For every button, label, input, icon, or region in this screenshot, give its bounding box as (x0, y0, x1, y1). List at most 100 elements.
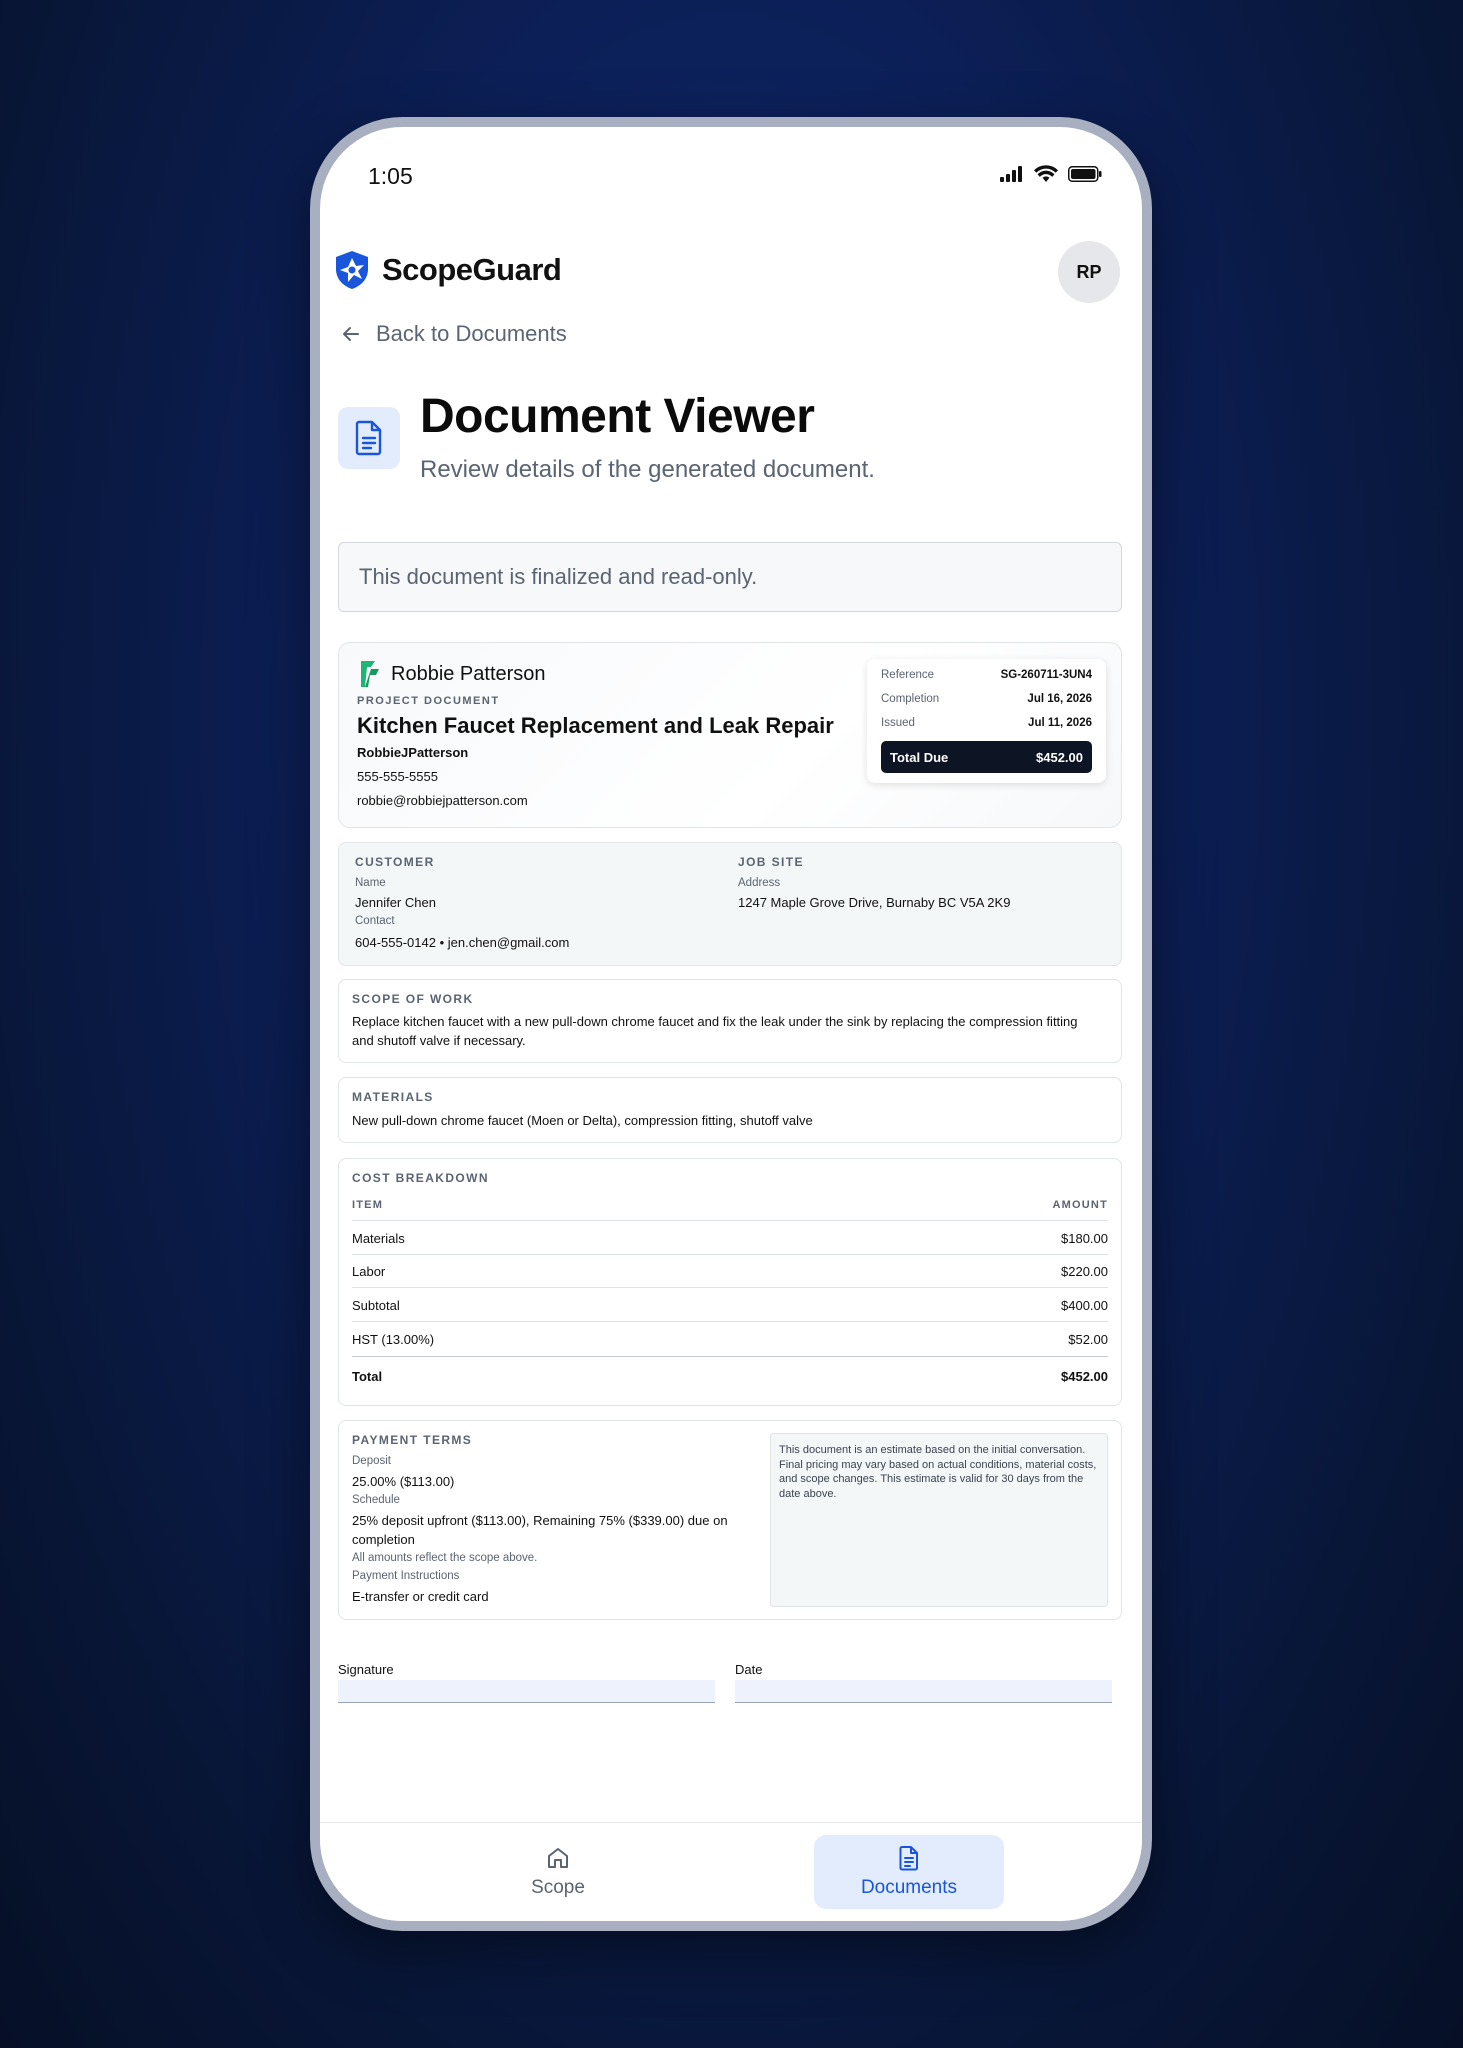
deposit-value: 25.00% ($113.00) (352, 1474, 455, 1489)
divider (352, 1321, 1108, 1322)
total-due-label: Total Due (890, 749, 949, 765)
nav-scope-label: Scope (531, 1877, 585, 1898)
page-subtitle: Review details of the generated document… (420, 456, 875, 483)
customer-jobsite-card: CUSTOMER Name Jennifer Chen Contact 604-… (338, 842, 1122, 966)
arrow-left-icon (343, 327, 359, 341)
customer-label: CUSTOMER (355, 855, 435, 869)
completion-label: Completion (881, 693, 940, 705)
read-only-notice: This document is finalized and read-only… (338, 542, 1122, 612)
customer-name-label: Name (355, 877, 386, 889)
scope-label: SCOPE OF WORK (352, 992, 474, 1006)
screen: 1:05 ScopeGuard RP Back to Documents Doc… (320, 127, 1142, 1921)
back-to-documents-link[interactable]: Back to Documents (340, 321, 567, 347)
payment-instructions-value: E-transfer or credit card (352, 1589, 489, 1604)
wifi-icon (1034, 165, 1058, 182)
cost-item: Subtotal (352, 1298, 400, 1313)
signature-label: Signature (338, 1662, 394, 1677)
disclaimer-line: This document is an estimate based on th… (779, 1444, 1086, 1456)
total-row: Total $452.00 (352, 1369, 1108, 1384)
project-title: Kitchen Faucet Replacement and Leak Repa… (357, 713, 834, 738)
status-time: 1:05 (368, 163, 413, 189)
document-title-icon (338, 407, 400, 469)
total-label: Total (352, 1369, 383, 1384)
disclaimer-line: date above. (779, 1487, 837, 1500)
cost-amount: $220.00 (1061, 1264, 1108, 1279)
table-row: HST (13.00%) $52.00 (352, 1332, 1108, 1347)
project-document-label: PROJECT DOCUMENT (357, 695, 500, 707)
scope-of-work-card: SCOPE OF WORK Replace kitchen faucet wit… (338, 979, 1122, 1063)
cost-item: HST (13.00%) (352, 1332, 435, 1347)
total-due-value: $452.00 (1036, 749, 1083, 765)
signature-field[interactable] (338, 1680, 715, 1703)
battery-icon (1068, 166, 1102, 182)
contractor-name: Robbie Patterson (391, 662, 546, 685)
table-row: Subtotal $400.00 (352, 1298, 1108, 1313)
file-text-icon (355, 420, 382, 456)
amount-column-header: AMOUNT (1052, 1199, 1108, 1211)
cost-item: Materials (352, 1231, 405, 1246)
user-avatar[interactable]: RP (1058, 241, 1120, 303)
materials-text: New pull-down chrome faucet (Moen or Del… (352, 1113, 813, 1128)
contractor-contact-name: RobbieJPatterson (357, 745, 469, 760)
payment-terms-card: PAYMENT TERMS Deposit 25.00% ($113.00) S… (338, 1420, 1122, 1620)
table-row: Labor $220.00 (352, 1264, 1108, 1279)
contractor-logo-icon (361, 661, 379, 687)
status-bar: 1:05 (320, 127, 1142, 227)
customer-name: Jennifer Chen (355, 895, 436, 910)
notice-text: This document is finalized and read-only… (359, 564, 758, 589)
cost-breakdown-label: COST BREAKDOWN (352, 1171, 489, 1185)
cost-amount: $180.00 (1061, 1231, 1108, 1246)
deposit-label: Deposit (352, 1455, 391, 1467)
scope-text-line-1: Replace kitchen faucet with a new pull-d… (352, 1014, 1078, 1029)
schedule-value-line-1: 25% deposit upfront ($113.00), Remaining… (352, 1513, 728, 1528)
contractor-email: robbie@robbiejpatterson.com (357, 793, 528, 808)
cost-amount: $52.00 (1068, 1332, 1108, 1347)
disclaimer-line: Final pricing may vary based on actual c… (779, 1458, 1097, 1471)
divider (352, 1254, 1108, 1255)
divider (352, 1356, 1108, 1357)
page-title: Document Viewer (420, 390, 815, 443)
scope-note: All amounts reflect the scope above. (352, 1552, 538, 1564)
disclaimer-line: and scope changes. This estimate is vali… (779, 1473, 1084, 1485)
materials-card: MATERIALS New pull-down chrome faucet (M… (338, 1077, 1122, 1143)
cost-item: Labor (352, 1264, 386, 1279)
issued-value: Jul 11, 2026 (1028, 717, 1092, 729)
nav-scope-tab[interactable]: Scope (463, 1835, 653, 1909)
reference-value: SG-260711-3UN4 (1000, 669, 1092, 681)
divider (352, 1220, 1108, 1221)
issued-label: Issued (881, 717, 915, 729)
contractor-phone: 555-555-5555 (357, 769, 438, 784)
meta-issued-row: Issued Jul 11, 2026 (881, 717, 1092, 729)
cost-amount: $400.00 (1061, 1298, 1108, 1313)
materials-label: MATERIALS (352, 1090, 434, 1104)
job-site-address-label: Address (738, 877, 781, 889)
date-field[interactable] (735, 1680, 1112, 1703)
payment-instructions-label: Payment Instructions (352, 1570, 460, 1582)
total-due-badge: Total Due $452.00 (881, 741, 1092, 773)
estimate-disclaimer: This document is an estimate based on th… (770, 1433, 1108, 1607)
job-site-label: JOB SITE (738, 855, 804, 869)
schedule-value-line-2: completion (352, 1532, 415, 1547)
cost-breakdown-card: COST BREAKDOWN ITEM AMOUNT Materials $18… (338, 1158, 1122, 1406)
nav-documents-tab[interactable]: Documents (814, 1835, 1004, 1909)
schedule-label: Schedule (352, 1494, 400, 1506)
cost-table-header: ITEM AMOUNT (352, 1199, 1108, 1211)
item-column-header: ITEM (352, 1199, 384, 1211)
table-row: Materials $180.00 (352, 1231, 1108, 1246)
status-icons (1000, 165, 1102, 183)
job-site-address: 1247 Maple Grove Drive, Burnaby BC V5A 2… (738, 895, 1011, 910)
customer-contact: 604-555-0142 • jen.chen@gmail.com (355, 935, 570, 950)
cellular-signal-icon (1000, 166, 1022, 182)
brand-name: ScopeGuard (382, 252, 562, 287)
file-text-icon (899, 1846, 918, 1871)
meta-completion-row: Completion Jul 16, 2026 (881, 693, 1092, 705)
reference-label: Reference (881, 669, 935, 681)
home-icon (548, 1848, 568, 1868)
scope-text-line-2: and shutoff valve if necessary. (352, 1033, 526, 1048)
payment-terms-label: PAYMENT TERMS (352, 1433, 473, 1447)
contractor-brand: Robbie Patterson (359, 659, 546, 689)
app-logo[interactable]: ScopeGuard (334, 250, 562, 290)
completion-value: Jul 16, 2026 (1027, 693, 1092, 705)
back-label: Back to Documents (376, 321, 567, 346)
date-label: Date (735, 1662, 763, 1677)
